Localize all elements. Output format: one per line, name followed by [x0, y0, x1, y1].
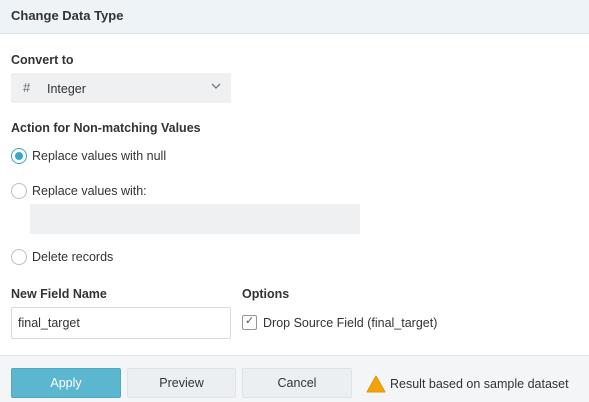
- radio-label: Replace values with:: [32, 184, 147, 198]
- drop-source-checkbox[interactable]: ✓: [242, 315, 257, 330]
- preview-button[interactable]: Preview: [127, 368, 236, 398]
- radio-label: Replace values with null: [32, 149, 167, 163]
- sample-dataset-note: Result based on sample dataset: [390, 377, 569, 391]
- apply-button[interactable]: Apply: [11, 368, 121, 398]
- checkmark-icon: ✓: [245, 315, 255, 327]
- non-matching-label: Action for Non-matching Values: [11, 121, 201, 135]
- options-label: Options: [242, 287, 290, 301]
- new-field-name-input[interactable]: [11, 307, 231, 339]
- cancel-button[interactable]: Cancel: [242, 368, 352, 398]
- radio-label: Delete records: [32, 250, 114, 264]
- drop-source-label: Drop Source Field (final_target): [263, 316, 438, 330]
- dialog-footer: Apply Preview Cancel Result based on sam…: [0, 355, 589, 402]
- dialog-header: Change Data Type: [0, 0, 589, 34]
- replace-value-input[interactable]: [30, 204, 360, 234]
- data-type-select[interactable]: # Integer: [11, 73, 231, 103]
- hash-icon: #: [23, 80, 31, 95]
- warning-icon: [366, 375, 386, 393]
- new-field-name-label: New Field Name: [11, 287, 107, 301]
- convert-to-label: Convert to: [11, 53, 74, 67]
- radio-button[interactable]: [11, 148, 27, 164]
- radio-button[interactable]: [11, 249, 27, 265]
- chevron-down-icon: [211, 83, 221, 89]
- data-type-value: Integer: [47, 82, 86, 96]
- radio-button[interactable]: [11, 183, 27, 199]
- dialog-title: Change Data Type: [11, 8, 124, 23]
